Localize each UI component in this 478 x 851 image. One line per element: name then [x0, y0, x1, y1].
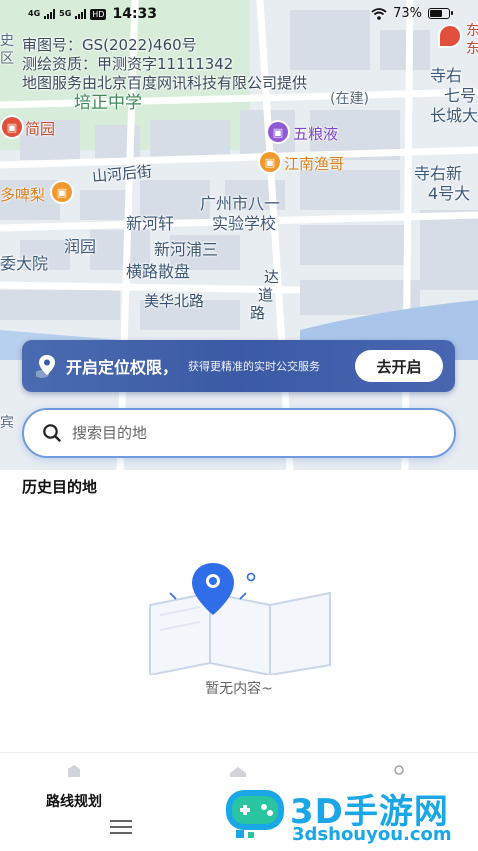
battery-percent: 73% [393, 6, 422, 21]
banner-subtitle: 获得更精准的实时公交服务 [188, 360, 321, 373]
poi-label: 五粮液 [293, 125, 339, 143]
tab-route-planning[interactable]: 路线规划 [46, 763, 102, 811]
network-type: 5G [59, 9, 72, 18]
search-bar[interactable] [22, 408, 456, 458]
map-label: 实验学校 [212, 214, 277, 233]
map-label: 区 [0, 51, 14, 67]
map-copyright: 审图号：GS(2022)460号 测绘资质：甲测资字11111342 地图服务由… [22, 36, 307, 93]
map-label: 新河浦三 [154, 240, 219, 259]
map-label: (在建) [330, 91, 369, 107]
map-label: 4号大 [428, 184, 471, 203]
history-title: 历史目的地 [22, 478, 98, 496]
network-type: 4G [28, 9, 41, 18]
gamepad-icon [226, 790, 284, 838]
location-permission-banner: 开启定位权限， 获得更精准的实时公交服务 去开启 [22, 340, 455, 392]
restaurant-icon[interactable]: ▣ [2, 117, 22, 137]
signal-icon [75, 9, 87, 19]
enable-location-button[interactable]: 去开启 [355, 350, 443, 382]
poi-label: 简园 [25, 120, 56, 138]
copyright-line: 地图服务由北京百度网讯科技有限公司提供 [22, 74, 308, 92]
battery-fill [430, 10, 442, 17]
tab-label: 路线规划 [46, 794, 102, 810]
empty-state-text: 暂无内容~ [205, 681, 273, 697]
banner-title: 开启定位权限， [66, 358, 179, 377]
empty-map-illustration [149, 563, 331, 675]
status-bar: 4G 5G HD 14:33 73% [0, 0, 478, 30]
signal-icon [44, 9, 56, 19]
map-label: 宾 [0, 415, 14, 431]
battery-icon [428, 8, 453, 19]
copyright-line: 测绘资质：甲测资字11111342 [22, 55, 234, 73]
menu-icon[interactable] [110, 820, 132, 838]
map-label: 长城大 [430, 106, 478, 125]
map-label: 史 [0, 33, 14, 49]
watermark-url: 3dshouyou.com [292, 824, 452, 845]
watermark-logo: 3D手游网 3dshouyou.com [222, 776, 478, 850]
status-time: 14:33 [112, 6, 158, 22]
shop-icon[interactable]: ▣ [52, 182, 72, 202]
map-label-road: 路 [250, 304, 266, 322]
map-label-school: 培正中学 [74, 93, 142, 113]
map-label: 横路散盘 [126, 262, 191, 281]
search-icon [42, 423, 62, 443]
map-label-road: 美华北路 [144, 292, 205, 310]
map-view[interactable]: 审图号：GS(2022)460号 测绘资质：甲测资字11111342 地图服务由… [0, 0, 478, 470]
location-pin-icon [35, 353, 58, 379]
map-label: 东 [466, 41, 478, 57]
poi-label: 多啤梨 [0, 186, 46, 204]
map-label: 新河轩 [126, 214, 175, 233]
bus-icon [65, 763, 83, 779]
search-input[interactable] [70, 423, 404, 443]
map-label: 润园 [64, 237, 97, 256]
restaurant-icon[interactable]: ▣ [260, 152, 280, 172]
poi-label: 江南渔哥 [284, 155, 345, 173]
map-label: 委大院 [0, 254, 49, 273]
copyright-line: 审图号：GS(2022)460号 [22, 36, 197, 54]
wifi-icon [371, 7, 387, 20]
hd-badge: HD [90, 8, 107, 20]
shop-icon[interactable]: ▣ [268, 122, 288, 142]
